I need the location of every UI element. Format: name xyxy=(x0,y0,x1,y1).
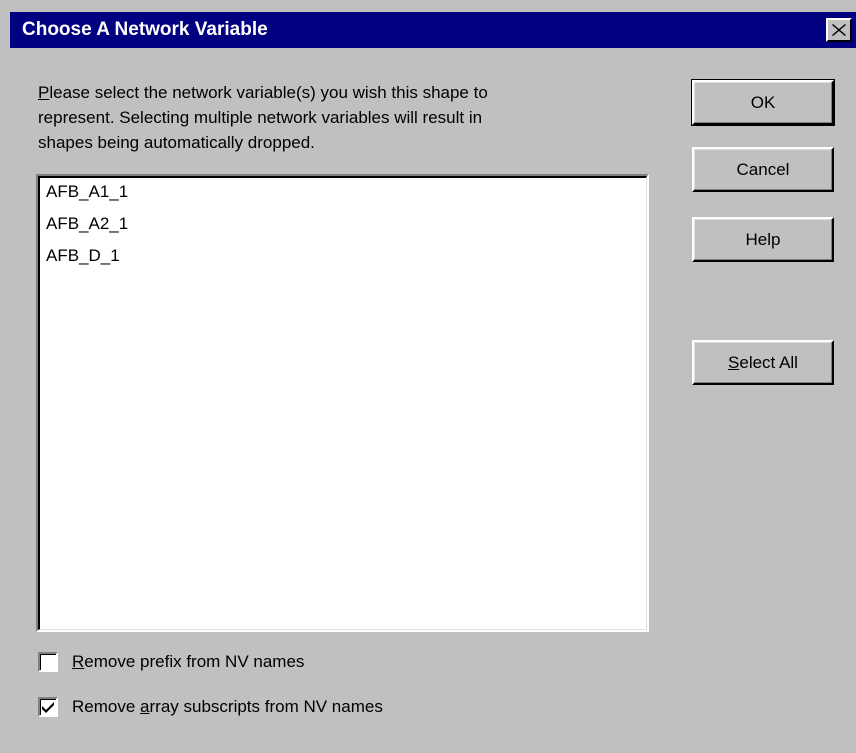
listbox-frame: AFB_A1_1 AFB_A2_1 AFB_D_1 xyxy=(38,176,647,630)
select-all-button[interactable]: Select All xyxy=(692,340,834,385)
window-title: Choose A Network Variable xyxy=(22,19,268,40)
close-icon xyxy=(832,24,846,36)
instruction-line-3: shapes being automatically dropped. xyxy=(38,133,315,152)
remove-prefix-checkbox[interactable] xyxy=(38,652,58,672)
network-variable-listbox[interactable]: AFB_A1_1 AFB_A2_1 AFB_D_1 xyxy=(36,174,649,632)
remove-prefix-label: Remove prefix from NV names xyxy=(72,652,304,672)
access-key-a: a xyxy=(140,697,150,716)
checkmark-icon xyxy=(42,702,54,713)
list-item[interactable]: AFB_A2_1 xyxy=(46,214,128,234)
instruction-line-1: Please select the network variable(s) yo… xyxy=(38,80,658,105)
remove-prefix-option[interactable]: Remove prefix from NV names xyxy=(38,652,304,672)
remove-array-subscripts-checkbox[interactable] xyxy=(38,697,58,717)
instruction-line-2: represent. Selecting multiple network va… xyxy=(38,108,483,127)
instruction-text: Please select the network variable(s) yo… xyxy=(38,80,658,155)
remove-array-label-text: rray subscripts from NV names xyxy=(149,697,383,716)
remove-array-label-pre: Remove xyxy=(72,697,141,716)
choose-network-variable-dialog: Choose A Network Variable Please select … xyxy=(0,0,856,753)
access-key-r: R xyxy=(72,652,85,671)
cancel-button[interactable]: Cancel xyxy=(692,147,834,192)
ok-button[interactable]: OK xyxy=(691,79,835,126)
close-button[interactable] xyxy=(826,18,852,42)
title-bar[interactable]: Choose A Network Variable xyxy=(10,12,856,48)
remove-array-subscripts-label: Remove array subscripts from NV names xyxy=(72,697,383,717)
remove-prefix-label-text: emove prefix from NV names xyxy=(84,652,305,671)
list-item[interactable]: AFB_D_1 xyxy=(46,246,120,266)
instruction-line-1-text: lease select the network variable(s) you… xyxy=(49,83,488,102)
remove-array-subscripts-option[interactable]: Remove array subscripts from NV names xyxy=(38,697,383,717)
access-key-s: S xyxy=(728,352,740,372)
list-item[interactable]: AFB_A1_1 xyxy=(46,182,128,202)
help-button[interactable]: Help xyxy=(692,217,834,262)
select-all-label: elect All xyxy=(739,352,798,372)
access-key-p: P xyxy=(38,83,50,102)
